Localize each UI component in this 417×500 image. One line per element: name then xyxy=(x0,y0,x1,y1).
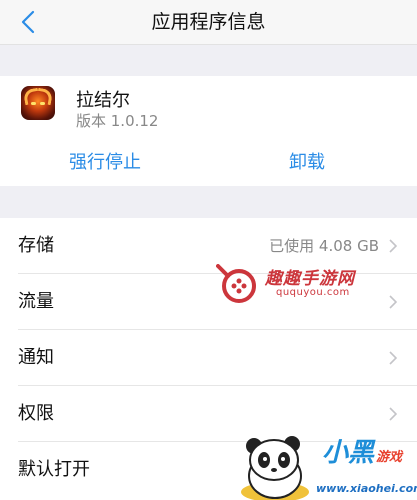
row-label: 通知 xyxy=(18,347,54,368)
watermark-subtitle: 游戏 xyxy=(376,450,403,465)
watermark-title: 趣趣手游网 xyxy=(265,269,355,289)
quququyou-watermark: 趣趣手游网 ququyou.com xyxy=(212,258,362,308)
row-label: 存储 xyxy=(18,235,54,256)
chevron-right-icon xyxy=(389,407,397,421)
row-label: 权限 xyxy=(18,403,54,424)
chevron-right-icon xyxy=(389,295,397,309)
row-label: 流量 xyxy=(18,291,54,312)
app-icon xyxy=(21,86,55,120)
uninstall-button[interactable]: 卸载 xyxy=(289,148,325,174)
chevron-right-icon xyxy=(389,351,397,365)
navigation-bar: 应用程序信息 xyxy=(0,0,417,45)
watermark-url: www.xiaohei.com xyxy=(316,482,417,495)
app-version: 版本 1.0.12 xyxy=(76,112,159,130)
force-stop-button[interactable]: 强行停止 xyxy=(69,148,141,174)
watermark-url: ququyou.com xyxy=(276,287,350,298)
app-info-card: 拉结尔 版本 1.0.12 强行停止 卸载 xyxy=(0,76,417,186)
panda-mascot-icon xyxy=(241,436,309,500)
settings-row-notifications[interactable]: 通知 xyxy=(0,330,417,386)
row-label: 默认打开 xyxy=(18,459,90,480)
xiaohei-watermark: 小黑 游戏 www.xiaohei.com xyxy=(230,430,417,500)
gamepad-logo-icon xyxy=(216,264,256,303)
watermark-title: 小黑 xyxy=(322,438,375,468)
chevron-right-icon xyxy=(389,239,397,253)
app-name: 拉结尔 xyxy=(76,90,130,111)
page-title: 应用程序信息 xyxy=(151,11,266,33)
